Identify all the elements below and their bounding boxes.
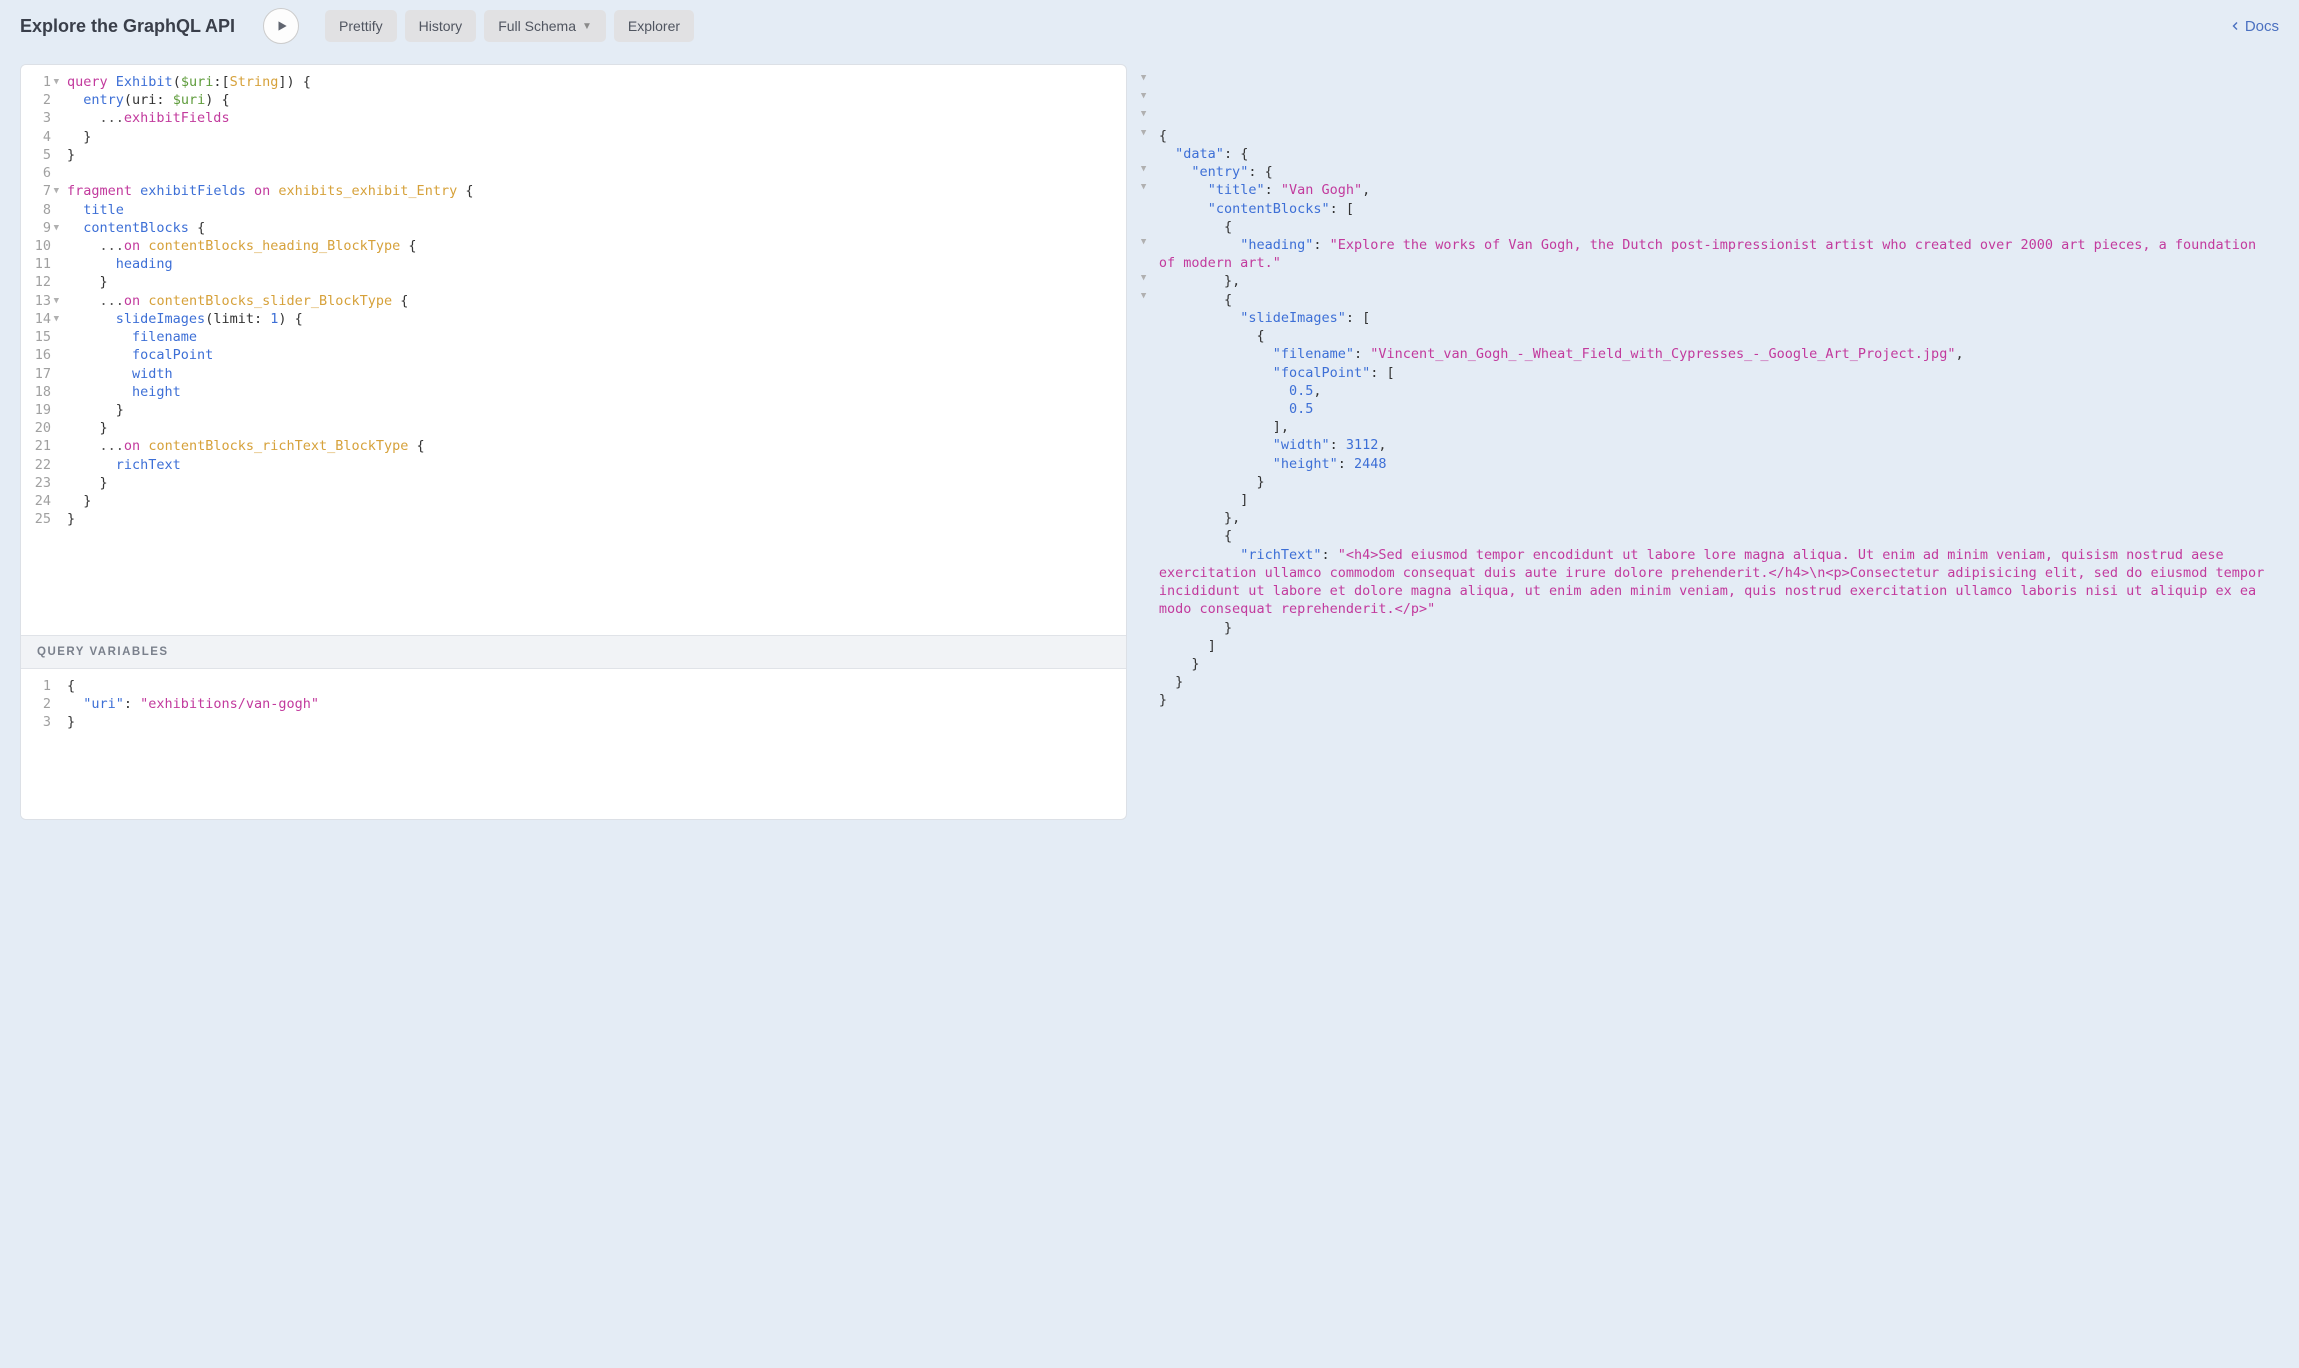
prettify-button[interactable]: Prettify — [325, 10, 397, 42]
result-viewer[interactable]: ▼▼▼▼▼▼▼▼▼ { "data": { "entry": { "title"… — [1139, 64, 2279, 754]
play-icon — [275, 19, 289, 33]
docs-button[interactable]: Docs — [2229, 18, 2279, 35]
explorer-button[interactable]: Explorer — [614, 10, 694, 42]
full-schema-button[interactable]: Full Schema ▼ — [484, 10, 606, 42]
variables-gutter: 123 — [21, 669, 57, 819]
page-title: Explore the GraphQL API — [20, 16, 235, 37]
history-button[interactable]: History — [405, 10, 477, 42]
query-editor[interactable]: 1▼234567▼89▼10111213▼14▼1516171819202122… — [21, 65, 1126, 635]
full-schema-label: Full Schema — [498, 18, 576, 34]
left-panel: 1▼234567▼89▼10111213▼14▼1516171819202122… — [20, 64, 1127, 820]
result-code: { "data": { "entry": { "title": "Van Gog… — [1159, 127, 2269, 710]
variables-editor[interactable]: 123 { "uri": "exhibitions/van-gogh" } — [21, 669, 1126, 819]
docs-label: Docs — [2245, 18, 2279, 35]
variables-code[interactable]: { "uri": "exhibitions/van-gogh" } — [57, 669, 1126, 819]
chevron-down-icon: ▼ — [582, 21, 592, 32]
main-area: 1▼234567▼89▼10111213▼14▼1516171819202122… — [0, 52, 2299, 840]
run-button[interactable] — [263, 8, 299, 44]
query-variables-header[interactable]: QUERY VARIABLES — [21, 635, 1126, 669]
result-panel-wrap: ▼▼▼▼▼▼▼▼▼ { "data": { "entry": { "title"… — [1127, 64, 2279, 820]
chevron-left-icon — [2229, 20, 2241, 32]
query-code[interactable]: query Exhibit($uri:[String]) { entry(uri… — [57, 65, 1126, 635]
query-gutter: 1▼234567▼89▼10111213▼14▼1516171819202122… — [21, 65, 57, 635]
toolbar: Explore the GraphQL API Prettify History… — [0, 0, 2299, 52]
